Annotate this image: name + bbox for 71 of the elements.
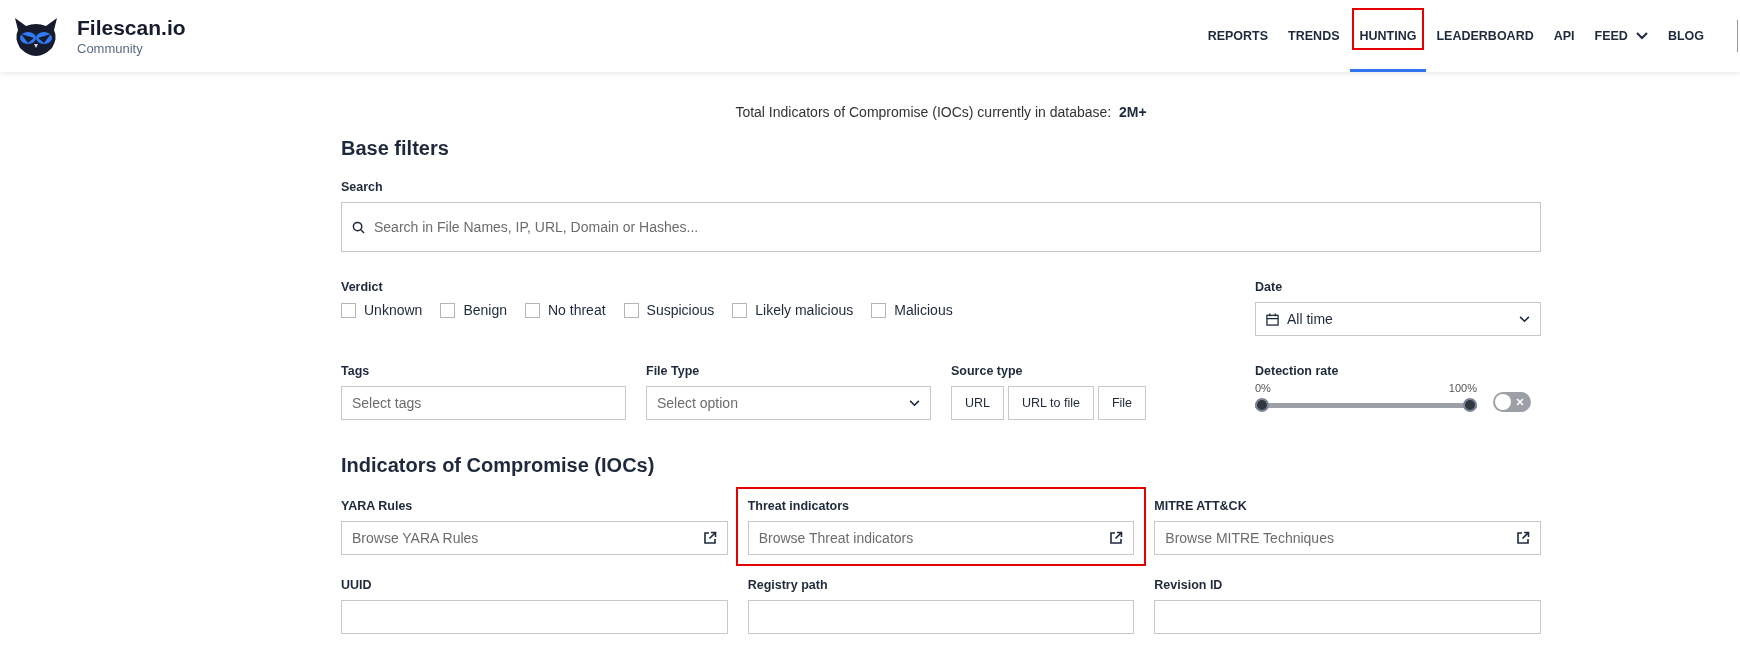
nav-link[interactable]: REPORTS <box>1197 0 1279 72</box>
text-field[interactable] <box>1154 600 1541 634</box>
verdict-checkbox[interactable]: Malicious <box>871 302 953 318</box>
ioc-total-text: Total Indicators of Compromise (IOCs) currently in database: 2M+ <box>734 104 1148 120</box>
verdict-checkbox[interactable]: Suspicious <box>623 302 715 318</box>
field-label: Threat indicators <box>747 499 851 513</box>
browse-field[interactable]: Browse MITRE Techniques <box>1154 521 1541 555</box>
browse-field[interactable]: Browse Threat indicators <box>747 521 1135 555</box>
source-type-button[interactable]: URL <box>951 386 1004 420</box>
checkbox-square[interactable] <box>341 302 356 318</box>
nav-link[interactable]: TRENDS <box>1278 0 1350 72</box>
section-title: Indicators of Compromise (IOCs) <box>341 454 656 477</box>
tags-field[interactable]: Select tags <box>341 386 626 420</box>
verdict-checkbox[interactable]: No threat <box>524 302 606 318</box>
checkbox-label: Likely malicious <box>755 302 854 318</box>
section-title: Base filters <box>341 137 450 160</box>
field-label: Tags <box>341 364 371 378</box>
brand-name[interactable]: Filescan.io <box>77 15 186 40</box>
file-type-dropdown[interactable]: Select option <box>646 386 931 420</box>
owl-logo-icon[interactable] <box>12 16 60 56</box>
field-label: Registry path <box>747 578 829 592</box>
nav-link[interactable]: LEADERBOARD <box>1426 0 1544 72</box>
field-label: Date <box>1255 280 1284 294</box>
external-link-icon <box>702 531 717 545</box>
date-dropdown[interactable]: All time <box>1255 302 1541 336</box>
search-icon <box>352 221 365 234</box>
field-label: YARA Rules <box>341 499 414 513</box>
text-field[interactable] <box>341 600 728 634</box>
browse-field[interactable]: Browse YARA Rules <box>341 521 728 555</box>
field-label: MITRE ATT&CK <box>1154 499 1248 513</box>
checkbox-label: No threat <box>547 302 606 318</box>
checkbox-square[interactable] <box>732 302 748 318</box>
checkbox-square[interactable] <box>871 302 887 318</box>
external-link-icon <box>1516 531 1530 545</box>
slider-handle[interactable] <box>1463 398 1477 412</box>
checkbox-label: Unknown <box>364 302 423 318</box>
nav-link[interactable]: FEED <box>1584 0 1658 72</box>
nav-link[interactable]: BLOG <box>1657 0 1714 72</box>
field-label: Detection rate <box>1255 364 1340 378</box>
x-icon <box>1516 398 1524 406</box>
field-label: Search <box>341 180 384 194</box>
external-link-icon <box>1109 531 1124 545</box>
checkbox-square[interactable] <box>623 302 639 318</box>
toggle-switch[interactable] <box>1493 392 1531 412</box>
brand-subtitle: Community <box>77 39 144 57</box>
checkbox-square[interactable] <box>524 302 540 318</box>
verdict-checkbox[interactable]: Benign <box>440 302 507 318</box>
slider-handle[interactable] <box>1255 398 1269 412</box>
slider-max-label: 100% <box>1448 382 1477 394</box>
verdict-checkbox[interactable]: Likely malicious <box>732 302 854 318</box>
field-label: File Type <box>646 364 701 378</box>
field-label: Verdict <box>341 280 384 294</box>
nav-link[interactable]: API <box>1543 0 1585 72</box>
verdict-checkbox[interactable]: Unknown <box>341 302 423 318</box>
source-type-button[interactable]: URL to file <box>1008 386 1094 420</box>
field-label: Source type <box>951 364 1024 378</box>
chevron-down-icon <box>909 399 920 407</box>
source-type-button[interactable]: File <box>1097 386 1147 420</box>
chevron-down-icon <box>1519 315 1530 323</box>
checkbox-label: Benign <box>463 302 507 318</box>
nav-link[interactable]: HUNTING <box>1349 0 1427 72</box>
calendar-icon <box>1266 312 1279 326</box>
checkbox-square[interactable] <box>440 302 456 318</box>
field-label: UUID <box>341 578 373 592</box>
chevron-down-icon <box>1635 32 1648 40</box>
field-label: Revision ID <box>1154 578 1224 592</box>
search-field[interactable]: Search in File Names, IP, URL, Domain or Hashes... <box>341 202 1541 252</box>
checkbox-label: Suspicious <box>646 302 715 318</box>
slider-min-label: 0% <box>1255 382 1271 394</box>
text-field[interactable] <box>747 600 1135 634</box>
checkbox-label: Malicious <box>894 302 953 318</box>
